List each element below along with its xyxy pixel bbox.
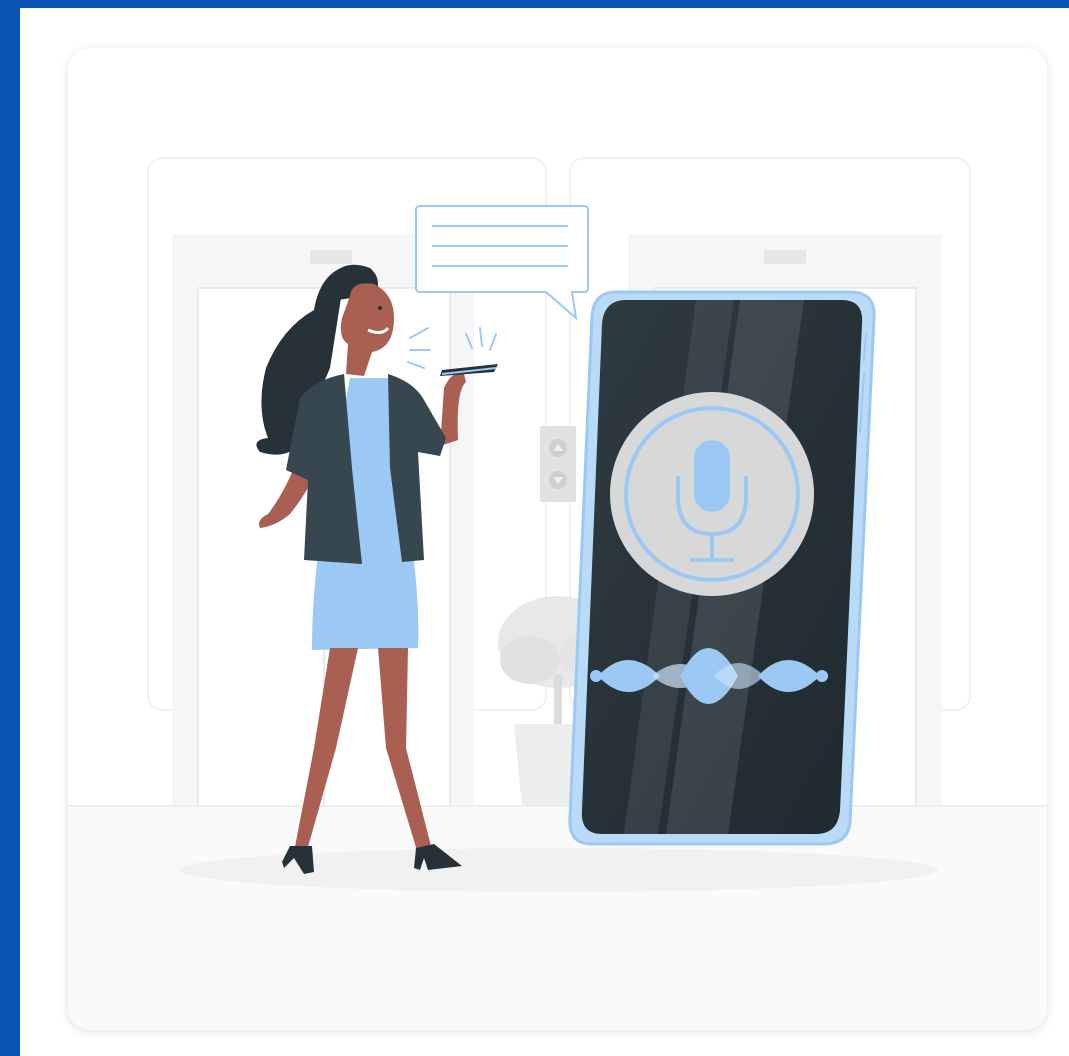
voice-assistant-illustration	[68, 157, 1047, 1030]
page-background	[20, 8, 1069, 1056]
floor	[68, 806, 1047, 1030]
illustration-card	[68, 48, 1047, 1030]
microphone-icon	[610, 392, 814, 596]
elevator-buttons-icon	[540, 426, 576, 502]
